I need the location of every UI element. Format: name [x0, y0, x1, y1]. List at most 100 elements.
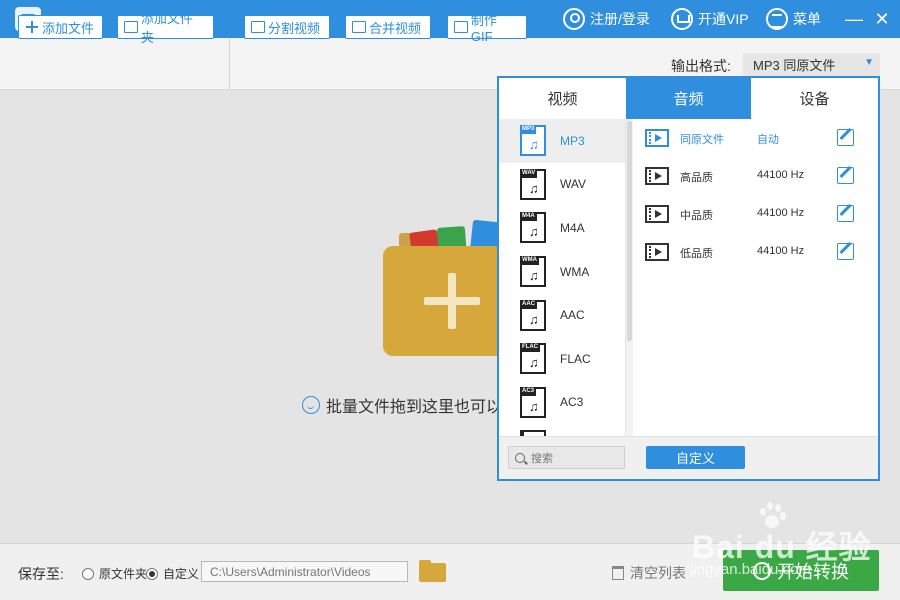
- add-file-label: 添加文件: [42, 20, 95, 36]
- crop-icon: [251, 21, 265, 33]
- format-label: M4A: [560, 220, 585, 235]
- plus-icon: [25, 21, 39, 33]
- format-label: AC3: [560, 395, 584, 410]
- merge-video-label: 合并视频: [369, 20, 422, 36]
- start-convert-label: 开始转换: [777, 561, 849, 582]
- merge-video-button[interactable]: 合并视频: [345, 15, 431, 39]
- vip-label: 开通VIP: [698, 11, 749, 27]
- quality-name: 中品质: [680, 210, 713, 222]
- edit-icon[interactable]: [837, 205, 854, 222]
- make-gif-button[interactable]: 制作GIF: [447, 13, 527, 44]
- vip-button[interactable]: 开通VIP: [671, 0, 749, 38]
- tab-audio[interactable]: 音频: [626, 78, 751, 119]
- quality-list: 同原文件 自动 高品质 44100 Hz 中品质 44100 Hz 低品质 44…: [633, 119, 878, 436]
- merge-icon: [352, 21, 366, 33]
- format-item-mp3[interactable]: MP3 ♫ MP3: [499, 119, 625, 163]
- format-search-input[interactable]: 搜索: [508, 446, 625, 469]
- format-item-flac[interactable]: FLAC ♫ FLAC: [499, 337, 625, 381]
- menu-icon: [766, 8, 788, 30]
- menu-label: 菜单: [793, 11, 821, 27]
- format-item-wma[interactable]: WMA ♫ WMA: [499, 250, 625, 294]
- audio-file-icon: AAC ♫: [520, 299, 546, 331]
- trash-icon: [612, 566, 624, 580]
- radio-custom-folder[interactable]: 自定义: [146, 565, 199, 582]
- video-file-icon: [645, 167, 669, 185]
- edit-icon[interactable]: [837, 129, 854, 146]
- format-list-scrollbar[interactable]: [626, 119, 633, 436]
- save-path-input[interactable]: [201, 561, 408, 582]
- format-item-partial[interactable]: ♫: [499, 424, 625, 436]
- add-folder-button[interactable]: 添加文件夹: [117, 11, 214, 45]
- video-file-icon: [645, 243, 669, 261]
- audio-file-icon: FLAC ♫: [520, 343, 546, 375]
- search-icon: [515, 452, 525, 463]
- quality-value: 44100 Hz: [757, 245, 805, 257]
- split-video-button[interactable]: 分割视频: [244, 15, 330, 39]
- menu-button[interactable]: 菜单: [766, 0, 821, 38]
- cart-icon: [671, 8, 693, 30]
- radio-checked-icon: [146, 567, 158, 580]
- quality-value: 44100 Hz: [757, 169, 805, 181]
- format-popup: 视频 音频 设备 MP3 ♫ MP3 WAV ♫ WAV M4A ♫ M4A WMA ♫…: [497, 76, 880, 481]
- folder-icon: [124, 21, 138, 33]
- quality-row-medium[interactable]: 中品质 44100 Hz: [633, 195, 878, 233]
- login-label: 注册/登录: [590, 11, 650, 27]
- smile-icon: [302, 396, 320, 414]
- add-file-button[interactable]: 添加文件: [18, 15, 103, 39]
- quality-value: 自动: [757, 134, 779, 146]
- output-format-value: MP3 同原文件: [753, 58, 836, 73]
- link-icon: [454, 21, 468, 33]
- format-item-m4a[interactable]: M4A ♫ M4A: [499, 206, 625, 250]
- scrollbar-thumb[interactable]: [627, 121, 632, 341]
- edit-icon[interactable]: [837, 167, 854, 184]
- quality-name: 同原文件: [680, 134, 724, 146]
- tab-video[interactable]: 视频: [499, 78, 626, 119]
- start-convert-button[interactable]: 开始转换: [723, 550, 879, 591]
- quality-row-low[interactable]: 低品质 44100 Hz: [633, 233, 878, 271]
- search-placeholder: 搜索: [531, 452, 553, 465]
- radio-icon: [82, 567, 94, 580]
- audio-file-icon: AC3 ♫: [520, 386, 546, 418]
- save-to-label: 保存至:: [18, 566, 64, 582]
- radio-original-label: 原文件夹: [99, 567, 148, 581]
- audio-file-icon: WMA ♫: [520, 256, 546, 288]
- audio-file-icon: WAV ♫: [520, 168, 546, 200]
- video-file-icon: [645, 205, 669, 223]
- format-label: MP3: [560, 133, 585, 148]
- video-file-icon: [645, 129, 669, 147]
- custom-format-button[interactable]: 自定义: [646, 446, 745, 469]
- format-tabs: 视频 音频 设备: [499, 78, 878, 119]
- radio-original-folder[interactable]: 原文件夹: [82, 565, 147, 582]
- output-format-label: 输出格式:: [671, 58, 731, 74]
- quality-row-high[interactable]: 高品质 44100 Hz: [633, 157, 878, 195]
- clear-list-button[interactable]: 清空列表: [612, 563, 686, 583]
- refresh-icon: [753, 561, 771, 580]
- clear-list-label: 清空列表: [630, 565, 686, 581]
- quality-name: 高品质: [680, 172, 713, 184]
- tab-device[interactable]: 设备: [751, 78, 878, 119]
- edit-icon[interactable]: [837, 243, 854, 260]
- close-icon[interactable]: ✕: [871, 8, 893, 30]
- make-gif-label: 制作GIF: [470, 13, 497, 44]
- audio-file-icon: MP3 ♫: [520, 125, 546, 157]
- format-item-aac[interactable]: AAC ♫ AAC: [499, 293, 625, 337]
- toolbar-divider: [229, 38, 230, 90]
- format-item-wav[interactable]: WAV ♫ WAV: [499, 163, 625, 207]
- split-video-label: 分割视频: [268, 20, 321, 36]
- add-folder-label: 添加文件夹: [140, 11, 193, 45]
- audio-file-icon: M4A ♫: [520, 212, 546, 244]
- browse-folder-icon[interactable]: [419, 560, 446, 582]
- format-item-ac3[interactable]: AC3 ♫ AC3: [499, 381, 625, 425]
- chevron-down-icon: ▼: [864, 57, 874, 68]
- drop-hint-text: 批量文件拖到这里也可以: [326, 399, 503, 416]
- quality-row-original[interactable]: 同原文件 自动: [633, 119, 878, 157]
- format-label: AAC: [560, 308, 585, 323]
- output-format-select[interactable]: MP3 同原文件 ▼: [743, 53, 880, 76]
- format-label: WMA: [560, 264, 590, 279]
- quality-name: 低品质: [680, 248, 713, 260]
- drop-hint: 批量文件拖到这里也可以: [302, 393, 502, 417]
- login-button[interactable]: 注册/登录: [563, 0, 650, 38]
- minimize-icon[interactable]: —: [843, 8, 865, 30]
- format-list[interactable]: MP3 ♫ MP3 WAV ♫ WAV M4A ♫ M4A WMA ♫ WMA AAC ♫…: [499, 119, 626, 436]
- radio-custom-label: 自定义: [163, 567, 200, 581]
